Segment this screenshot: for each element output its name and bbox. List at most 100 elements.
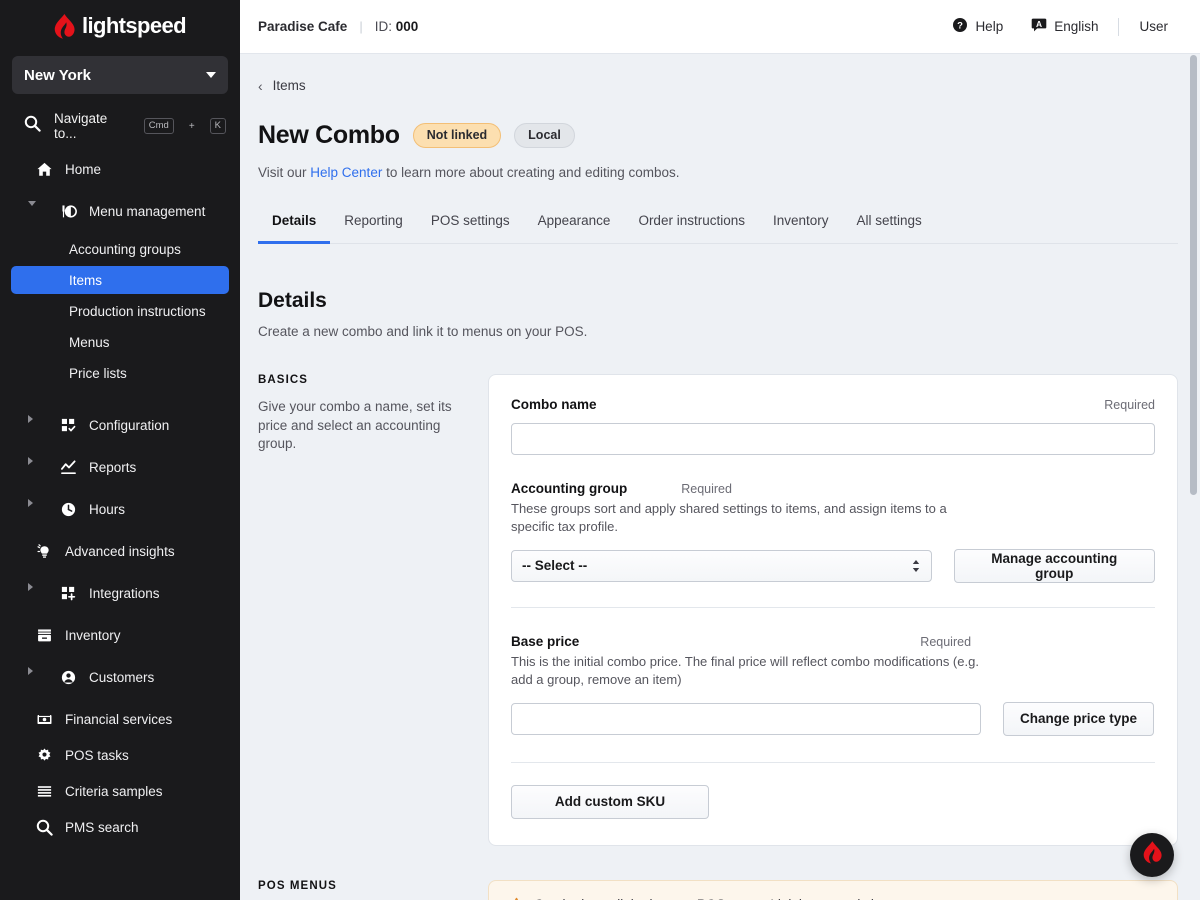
user-menu-button[interactable]: User [1125, 19, 1182, 34]
basics-section-side: BASICS Give your combo a name, set its p… [258, 374, 488, 454]
tab-pos-settings[interactable]: POS settings [417, 213, 524, 244]
tab-details[interactable]: Details [258, 213, 331, 244]
venue-id: ID: 000 [375, 19, 419, 34]
sidebar-item-menu-management[interactable]: Menu management [11, 196, 229, 226]
basics-card: Combo name Required Accounting group Req… [488, 374, 1178, 846]
help-button[interactable]: ? Help [938, 17, 1017, 36]
list-lines-icon [35, 782, 53, 800]
chevron-left-icon: ‹ [258, 77, 263, 94]
customer-avatar-icon [59, 668, 77, 686]
vertical-scrollbar[interactable] [1190, 55, 1197, 495]
basics-label: BASICS [258, 374, 309, 386]
sidebar-item-customers[interactable]: Customers [11, 662, 229, 692]
page-subtitle: Visit our Help Center to learn more abou… [258, 165, 1178, 180]
topbar-divider [1118, 17, 1120, 36]
integrations-icon [59, 584, 77, 602]
chevron-right-icon[interactable] [28, 499, 33, 507]
details-section-header: Details Create a new combo and link it t… [258, 289, 1178, 339]
page-title-row: New Combo Not linked Local [258, 121, 1178, 150]
manage-accounting-group-button[interactable]: Manage accounting group [953, 548, 1155, 583]
sidebar-item-configuration[interactable]: Configuration [11, 410, 229, 440]
sidebar-item-home[interactable]: Home [11, 154, 229, 184]
main-area: Paradise Cafe | ID: 000 ? Help A English [240, 0, 1200, 900]
location-selector[interactable]: New York [12, 56, 228, 94]
sidebar-item-advanced-insights[interactable]: Advanced insights [11, 536, 229, 566]
base-price-input[interactable] [511, 702, 981, 735]
chevron-right-icon[interactable] [28, 415, 33, 423]
search-icon [35, 818, 53, 836]
subtitle-text-before: Visit our [258, 165, 311, 180]
chevron-right-icon[interactable] [28, 583, 33, 591]
sidebar-item-label: Production instructions [69, 303, 206, 319]
menu-management-icon [59, 202, 77, 220]
sidebar-item-items[interactable]: Items [11, 266, 229, 294]
lightspeed-assistant-fab[interactable] [1130, 833, 1174, 877]
sidebar-item-label: Configuration [89, 417, 170, 433]
add-custom-sku-button[interactable]: Add custom SKU [511, 784, 709, 819]
tab-inventory[interactable]: Inventory [759, 213, 843, 244]
sidebar-item-label: POS tasks [65, 747, 129, 763]
sidebar-item-menus[interactable]: Menus [11, 328, 229, 356]
shortcut-modifier-key: Cmd [143, 118, 174, 134]
brand-logo[interactable]: lightspeed [0, 0, 240, 52]
sidebar-item-price-lists[interactable]: Price lists [11, 359, 229, 387]
venue-id-label: ID: [374, 19, 392, 34]
brand-wordmark: lightspeed [81, 13, 187, 38]
accounting-group-select[interactable]: -- Select -- [511, 549, 932, 582]
navigate-to-search[interactable]: Navigate to... Cmd + K [0, 108, 240, 144]
tab-appearance[interactable]: Appearance [524, 213, 625, 244]
accounting-group-label: Accounting group [511, 481, 628, 496]
topbar-separator: | [359, 19, 363, 34]
sidebar-item-financial-services[interactable]: Financial services [11, 704, 229, 734]
sidebar-item-label: Financial services [65, 711, 173, 727]
topbar-actions: ? Help A English User [938, 17, 1182, 36]
lightspeed-flame-icon [54, 13, 75, 39]
sidebar-item-production-instructions[interactable]: Production instructions [11, 297, 229, 325]
breadcrumb[interactable]: ‹ Items [258, 54, 306, 93]
reports-chart-icon [59, 458, 77, 476]
tab-bar: Details Reporting POS settings Appearanc… [258, 213, 1178, 244]
svg-text:?: ? [958, 21, 964, 32]
chevron-right-icon[interactable] [28, 457, 33, 465]
sidebar-item-criteria-samples[interactable]: Criteria samples [11, 776, 229, 806]
accounting-group-required: Required [681, 482, 732, 496]
sidebar-item-label: Integrations [89, 585, 160, 601]
chevron-down-icon[interactable] [28, 201, 36, 206]
banknote-icon [35, 710, 53, 728]
status-badge-not-linked: Not linked [412, 122, 502, 149]
sidebar-item-label: Reports [89, 459, 137, 475]
subtitle-text-after: to learn more about creating and editing… [382, 165, 680, 180]
chevron-updown-icon [911, 558, 921, 574]
sidebar-item-integrations[interactable]: Integrations [11, 578, 229, 608]
base-price-required: Required [920, 634, 972, 649]
sidebar-item-reports-wrap: Reports [0, 446, 240, 488]
sidebar-item-accounting-groups[interactable]: Accounting groups [11, 235, 229, 263]
sidebar-item-hours-wrap: Hours [0, 488, 240, 530]
tab-reporting[interactable]: Reporting [330, 213, 417, 244]
help-center-link[interactable]: Help Center [310, 165, 382, 180]
accounting-group-head: Accounting group Required [511, 481, 1155, 496]
language-button[interactable]: A English [1017, 17, 1112, 36]
chevron-right-icon[interactable] [28, 667, 33, 675]
user-label: User [1139, 19, 1168, 34]
tab-order-instructions[interactable]: Order instructions [624, 213, 759, 244]
shortcut-plus: + [188, 120, 195, 132]
breadcrumb-label: Items [272, 78, 306, 93]
sidebar-item-customers-wrap: Customers [0, 656, 240, 698]
app-root: lightspeed New York Navigate to... Cmd +… [0, 0, 1200, 900]
combo-name-input[interactable] [511, 423, 1155, 455]
change-price-type-button[interactable]: Change price type [1003, 701, 1155, 736]
basics-section: BASICS Give your combo a name, set its p… [258, 374, 1178, 846]
sidebar-item-inventory[interactable]: Inventory [11, 620, 229, 650]
venue-name: Paradise Cafe [258, 19, 348, 34]
sidebar-item-reports[interactable]: Reports [11, 452, 229, 482]
tab-all-settings[interactable]: All settings [843, 213, 936, 244]
sidebar-item-hours[interactable]: Hours [11, 494, 229, 524]
sidebar-item-pos-tasks[interactable]: POS tasks [11, 740, 229, 770]
sidebar-item-integrations-wrap: Integrations [0, 572, 240, 614]
pos-menus-section-side: POS MENUS [258, 880, 488, 892]
pos-menus-label: POS MENUS [258, 879, 337, 892]
sidebar-item-pms-search[interactable]: PMS search [11, 812, 229, 842]
details-subheading: Create a new combo and link it to menus … [258, 324, 588, 339]
sidebar-item-label: Menu management [89, 203, 206, 219]
